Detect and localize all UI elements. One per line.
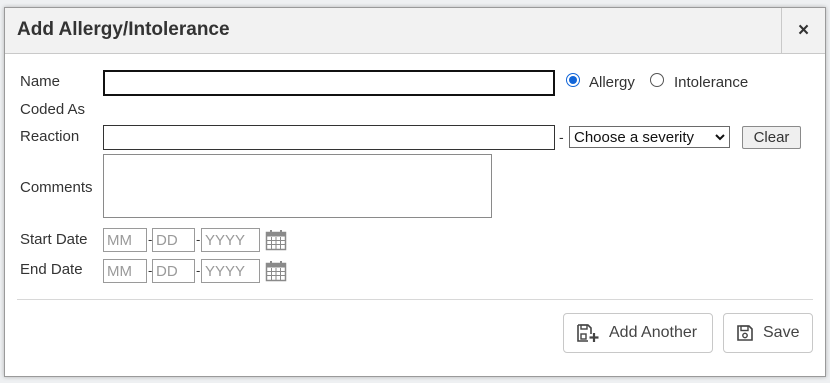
calendar-icon[interactable] <box>265 260 287 282</box>
start-date-separator-2: - <box>196 232 201 247</box>
start-date-day-placeholder: DD <box>156 231 178 249</box>
calendar-icon[interactable] <box>265 229 287 251</box>
footer-divider <box>17 299 813 300</box>
dialog-title: Add Allergy/Intolerance <box>17 19 230 40</box>
comments-label: Comments <box>20 179 93 196</box>
save-plus-icon <box>577 324 599 342</box>
clear-button-label: Clear <box>753 129 790 146</box>
severity-separator: - <box>559 129 564 145</box>
end-date-separator-2: - <box>196 263 201 278</box>
severity-select-value: Choose a severity <box>574 128 695 146</box>
name-input[interactable] <box>103 70 555 96</box>
end-date-year-input[interactable]: YYYY <box>201 259 260 283</box>
comments-textarea[interactable] <box>103 154 492 218</box>
save-label: Save <box>763 324 800 341</box>
intolerance-radio[interactable] <box>650 73 664 87</box>
severity-select[interactable]: Choose a severity <box>569 126 730 148</box>
end-date-month-placeholder: MM <box>107 262 132 280</box>
reaction-label: Reaction <box>20 128 80 145</box>
start-date-label: Start Date <box>20 231 88 248</box>
add-another-label: Add Another <box>609 324 698 341</box>
end-date-label: End Date <box>20 261 83 278</box>
start-date-month-placeholder: MM <box>107 231 132 249</box>
save-button[interactable]: Save <box>723 313 813 353</box>
clear-button[interactable]: Clear <box>742 126 801 149</box>
allergy-radio-label: Allergy <box>589 74 635 91</box>
coded-as-label: Coded As <box>20 101 86 118</box>
end-date-year-placeholder: YYYY <box>205 262 246 280</box>
end-date-day-placeholder: DD <box>156 262 178 280</box>
dialog-titlebar: Add Allergy/Intolerance × <box>5 8 825 54</box>
start-date-year-input[interactable]: YYYY <box>201 228 260 252</box>
intolerance-radio-label: Intolerance <box>674 74 749 91</box>
add-allergy-dialog: Add Allergy/Intolerance × Name Allergy I… <box>4 7 826 377</box>
reaction-input[interactable] <box>103 125 555 150</box>
end-date-month-input[interactable]: MM <box>103 259 147 283</box>
floppy-disk-icon <box>737 325 753 341</box>
start-date-day-input[interactable]: DD <box>152 228 195 252</box>
name-label: Name <box>20 73 61 90</box>
close-icon[interactable]: × <box>798 20 809 42</box>
allergy-radio[interactable] <box>566 73 580 87</box>
add-another-button[interactable]: Add Another <box>563 313 713 353</box>
start-date-month-input[interactable]: MM <box>103 228 147 252</box>
end-date-day-input[interactable]: DD <box>152 259 195 283</box>
close-button[interactable]: × <box>781 8 825 53</box>
start-date-year-placeholder: YYYY <box>205 231 246 249</box>
chevron-down-icon <box>715 133 725 140</box>
